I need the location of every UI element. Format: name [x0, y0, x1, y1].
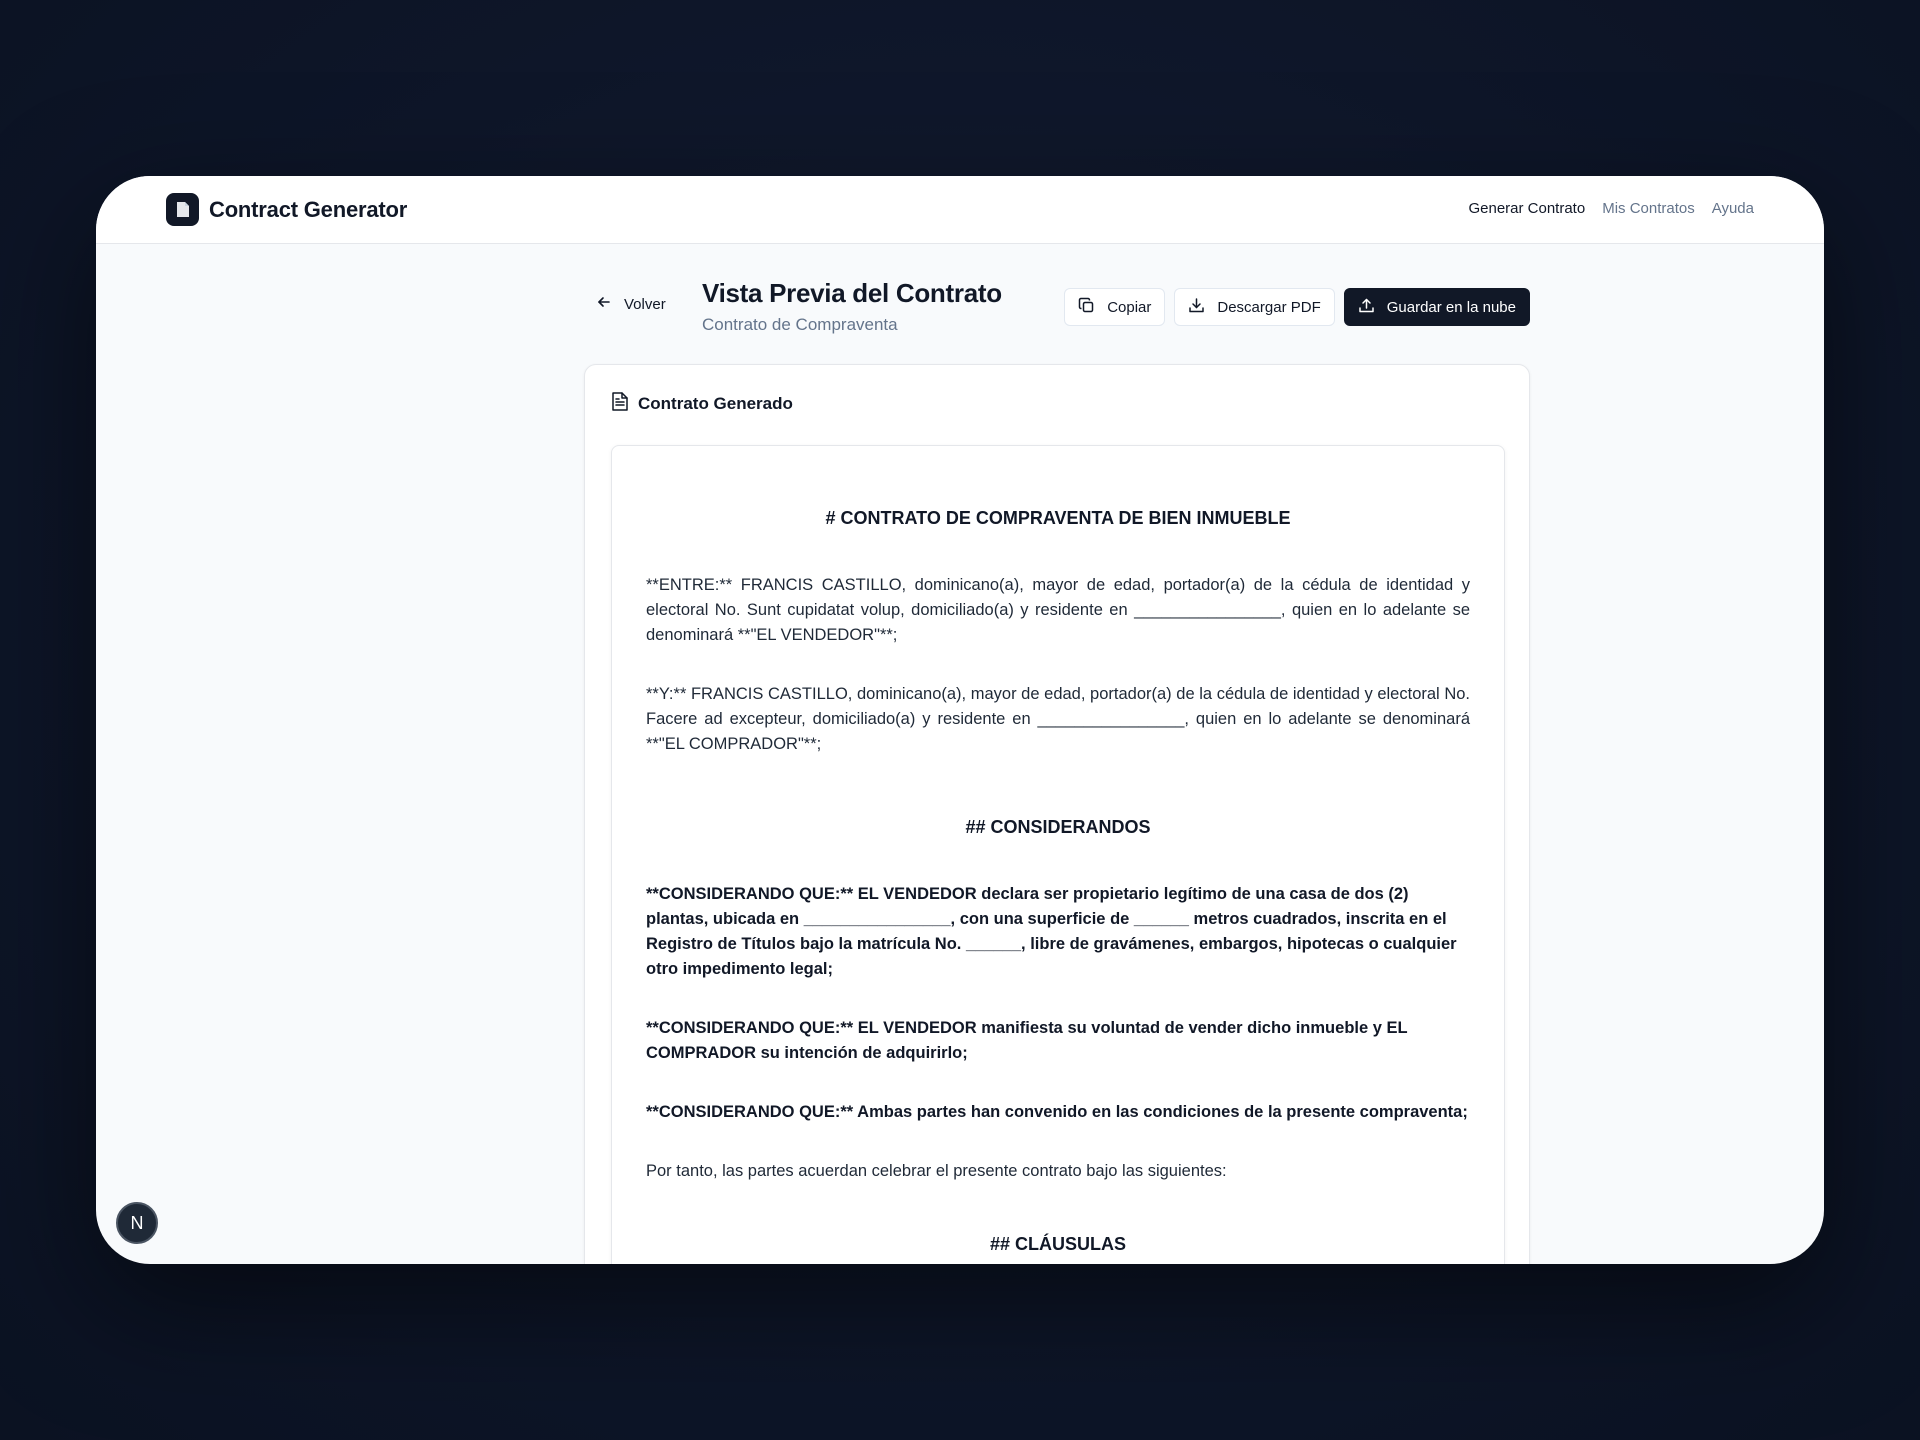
- document-icon: [166, 193, 199, 226]
- app-window: Contract Generator Generar Contrato Mis …: [96, 176, 1824, 1264]
- por-tanto-paragraph: Por tanto, las partes acuerdan celebrar …: [646, 1162, 1227, 1180]
- nav-item-ayuda[interactable]: Ayuda: [1712, 200, 1754, 217]
- paragraph-y: **Y:** FRANCIS CASTILLO, dominicano(a), …: [646, 685, 1470, 753]
- considerandos-heading: ## CONSIDERANDOS: [965, 817, 1151, 837]
- file-text-icon: [611, 391, 629, 417]
- upload-icon: [1358, 297, 1375, 318]
- save-cloud-label: Guardar en la nube: [1386, 298, 1516, 316]
- copy-icon: [1078, 297, 1095, 318]
- considerando-3: **CONSIDERANDO QUE:** Ambas partes han c…: [646, 1103, 1468, 1121]
- contract-heading: # CONTRATO DE COMPRAVENTA DE BIEN INMUEB…: [825, 508, 1291, 528]
- top-nav: Generar Contrato Mis Contratos Ayuda: [1468, 200, 1754, 217]
- contract-document: # CONTRATO DE COMPRAVENTA DE BIEN INMUEB…: [611, 445, 1505, 1264]
- dev-badge[interactable]: N: [116, 1202, 158, 1244]
- download-icon: [1188, 297, 1205, 318]
- clausulas-heading: ## CLÁUSULAS: [989, 1234, 1127, 1254]
- nav-item-mis-contratos[interactable]: Mis Contratos: [1602, 200, 1695, 217]
- copy-button[interactable]: Copiar: [1064, 288, 1166, 326]
- download-pdf-button[interactable]: Descargar PDF: [1174, 288, 1335, 326]
- action-buttons: Copiar Descargar PDF Guardar en la nube: [1064, 288, 1530, 326]
- contract-card: Contrato Generado # CONTRATO DE COMPRAVE…: [584, 364, 1530, 1264]
- card-title: Contrato Generado: [638, 394, 793, 413]
- page-title: Vista Previa del Contrato: [702, 278, 1002, 308]
- considerando-2: **CONSIDERANDO QUE:** EL VENDEDOR manifi…: [646, 1019, 1408, 1062]
- save-cloud-button[interactable]: Guardar en la nube: [1343, 288, 1530, 326]
- back-button-label: Volver: [624, 296, 666, 313]
- brand[interactable]: Contract Generator: [166, 193, 407, 226]
- paragraph-entre: **ENTRE:** FRANCIS CASTILLO, dominicano(…: [646, 576, 1470, 644]
- top-navbar: Contract Generator Generar Contrato Mis …: [96, 176, 1824, 244]
- preview-header: Volver Vista Previa del Contrato Contrat…: [584, 274, 1530, 338]
- page-subtitle: Contrato de Compraventa: [702, 315, 898, 334]
- copy-button-label: Copiar: [1107, 298, 1152, 316]
- title-block: Vista Previa del Contrato Contrato de Co…: [702, 278, 1002, 335]
- app-name: Contract Generator: [209, 196, 408, 222]
- card-header: Contrato Generado: [611, 391, 793, 417]
- nav-item-generar-contrato[interactable]: Generar Contrato: [1468, 200, 1585, 217]
- back-button[interactable]: Volver: [596, 294, 666, 315]
- arrow-left-icon: [596, 294, 612, 315]
- download-pdf-label: Descargar PDF: [1217, 298, 1321, 316]
- considerando-1: **CONSIDERANDO QUE:** EL VENDEDOR declar…: [646, 885, 1457, 978]
